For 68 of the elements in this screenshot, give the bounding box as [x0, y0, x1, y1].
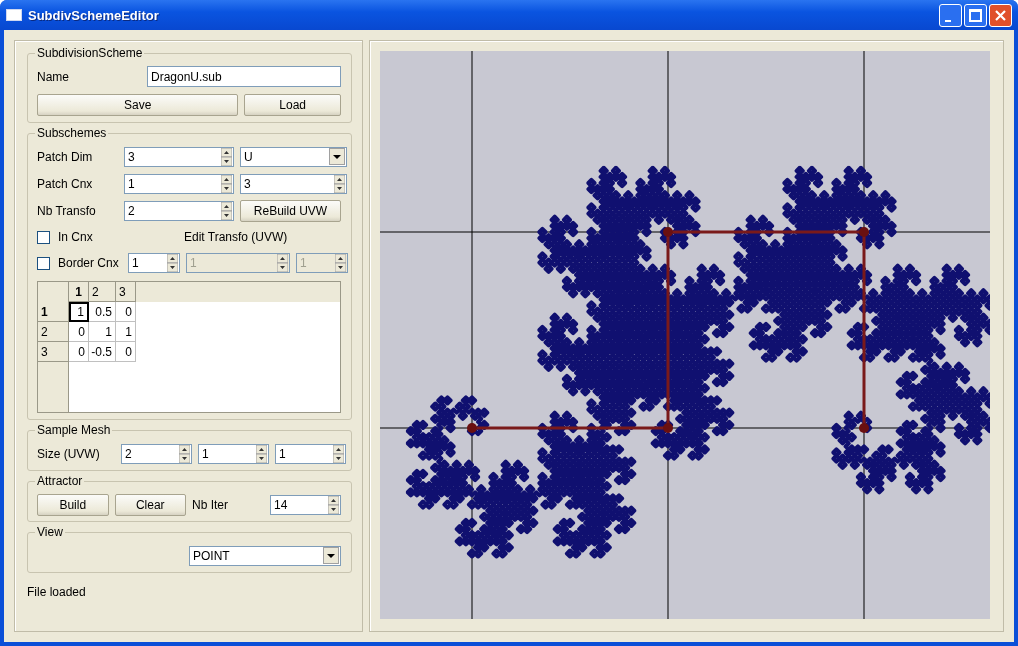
window-title: SubdivSchemeEditor [28, 7, 160, 23]
spin-box[interactable]: 1 [198, 443, 269, 464]
save-button[interactable]: Save [37, 93, 239, 116]
group-title: View [35, 525, 65, 539]
dimension-dropdown[interactable]: U [240, 146, 347, 167]
table-cell[interactable]: 0 [116, 302, 136, 322]
checkbox[interactable] [37, 256, 50, 270]
field-label: Patch Cnx [37, 176, 94, 191]
table-cell[interactable]: 0.5 [89, 302, 116, 322]
column-header[interactable]: 2 [89, 282, 116, 302]
view-mode-dropdown[interactable]: POINT [189, 545, 341, 566]
row-header[interactable]: 1 [38, 302, 69, 322]
spin-box[interactable]: 3 [124, 146, 234, 167]
spin-box[interactable]: 1 [124, 173, 234, 194]
field-label: In Cnx [58, 230, 94, 244]
table-cell[interactable]: 1 [69, 302, 89, 322]
spin-arrows-icon [277, 254, 288, 272]
group-title: Attractor [35, 474, 85, 488]
group-title: SubdivisionScheme [35, 46, 145, 60]
status-text: File loaded [27, 585, 87, 599]
spin-arrows-icon [334, 174, 345, 193]
clear-button[interactable]: Clear [114, 493, 186, 516]
column-header[interactable]: 3 [116, 282, 136, 302]
spin-arrows-icon [221, 147, 232, 166]
spin-arrows-icon [179, 444, 190, 463]
spin-box[interactable]: 14 [270, 494, 341, 515]
spin-arrows-icon [167, 254, 178, 272]
spin-box[interactable]: 2 [121, 443, 192, 464]
table-cell[interactable]: -0.5 [89, 342, 116, 362]
table-cell[interactable]: 0 [116, 342, 136, 362]
row-header[interactable]: 3 [38, 342, 69, 362]
build-button[interactable]: Build [37, 493, 109, 516]
field-label: Nb Transfo [37, 203, 97, 218]
row-header[interactable]: 2 [38, 322, 69, 342]
field-label: Name [37, 69, 70, 84]
table-cell[interactable]: 0 [69, 342, 89, 362]
name-field[interactable]: DragonU.sub [147, 66, 341, 87]
load-button[interactable]: Load [244, 93, 341, 116]
rebuild-button[interactable]: ReBuild UVW [240, 199, 341, 222]
spin-arrows-icon [328, 495, 339, 514]
close-button[interactable] [989, 3, 1012, 27]
spin-box[interactable]: 1 [275, 443, 346, 464]
table-cell[interactable]: 0 [69, 322, 89, 342]
window-icon [6, 9, 22, 21]
field-label: Nb Iter [192, 497, 229, 512]
field-label: Edit Transfo (UVW) [184, 230, 288, 244]
minimize-button[interactable] [939, 3, 962, 27]
column-header[interactable]: 1 [69, 282, 89, 302]
spin-box[interactable]: 2 [124, 200, 234, 221]
spin-arrows-icon [335, 254, 346, 272]
table-cell[interactable]: 1 [89, 322, 116, 342]
field-label: Patch Dim [37, 149, 94, 164]
table-cell[interactable]: 1 [116, 322, 136, 342]
spin-arrows-icon [256, 444, 267, 463]
group-title: Sample Mesh [35, 423, 113, 437]
spin-arrows-icon [221, 174, 232, 193]
spin-arrows-icon [221, 201, 232, 220]
close-icon [995, 9, 1006, 21]
group-title: Subschemes [35, 126, 109, 140]
checkbox[interactable] [37, 230, 50, 244]
field-label: Size (UVW) [37, 446, 101, 461]
maximize-button[interactable] [964, 3, 987, 27]
spin-box[interactable]: 1 [128, 253, 180, 273]
maximize-icon [969, 8, 982, 22]
minimize-icon [945, 19, 951, 22]
field-label: Border Cnx [58, 256, 120, 270]
spin-box[interactable]: 3 [240, 173, 347, 194]
spin-arrows-icon [333, 444, 344, 463]
